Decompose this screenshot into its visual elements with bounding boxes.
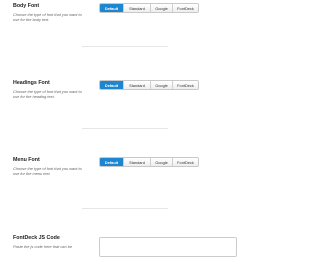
- google-button[interactable]: Google: [150, 158, 172, 166]
- setting-title: Headings Font: [13, 80, 50, 86]
- setting-title: Menu Font: [13, 157, 40, 163]
- standard-button[interactable]: Standard: [123, 158, 150, 166]
- default-button[interactable]: Default: [100, 158, 123, 166]
- fontdeck-button[interactable]: FontDeck: [172, 81, 198, 89]
- fontdeck-button[interactable]: FontDeck: [172, 158, 198, 166]
- default-button[interactable]: Default: [100, 4, 123, 12]
- default-button[interactable]: Default: [100, 81, 123, 89]
- setting-description: Paste the js code here that can be: [13, 244, 73, 249]
- setting-description: Choose the type of font that you want to…: [13, 12, 82, 23]
- fontdeck-code-textarea[interactable]: [99, 237, 237, 257]
- font-source-toggle: Default Standard Google FontDeck: [99, 3, 199, 13]
- divider: [82, 128, 168, 129]
- google-button[interactable]: Google: [150, 81, 172, 89]
- font-source-toggle: Default Standard Google FontDeck: [99, 80, 199, 90]
- setting-description: Choose the type of font that you want to…: [13, 166, 82, 177]
- divider: [82, 208, 168, 209]
- standard-button[interactable]: Standard: [123, 81, 150, 89]
- fontdeck-button[interactable]: FontDeck: [172, 4, 198, 12]
- setting-title: Body Font: [13, 3, 40, 9]
- setting-title: FontDeck JS Code: [13, 235, 60, 241]
- divider: [82, 46, 168, 47]
- standard-button[interactable]: Standard: [123, 4, 150, 12]
- setting-description: Choose the type of font that you want to…: [13, 89, 82, 100]
- google-button[interactable]: Google: [150, 4, 172, 12]
- font-source-toggle: Default Standard Google FontDeck: [99, 157, 199, 167]
